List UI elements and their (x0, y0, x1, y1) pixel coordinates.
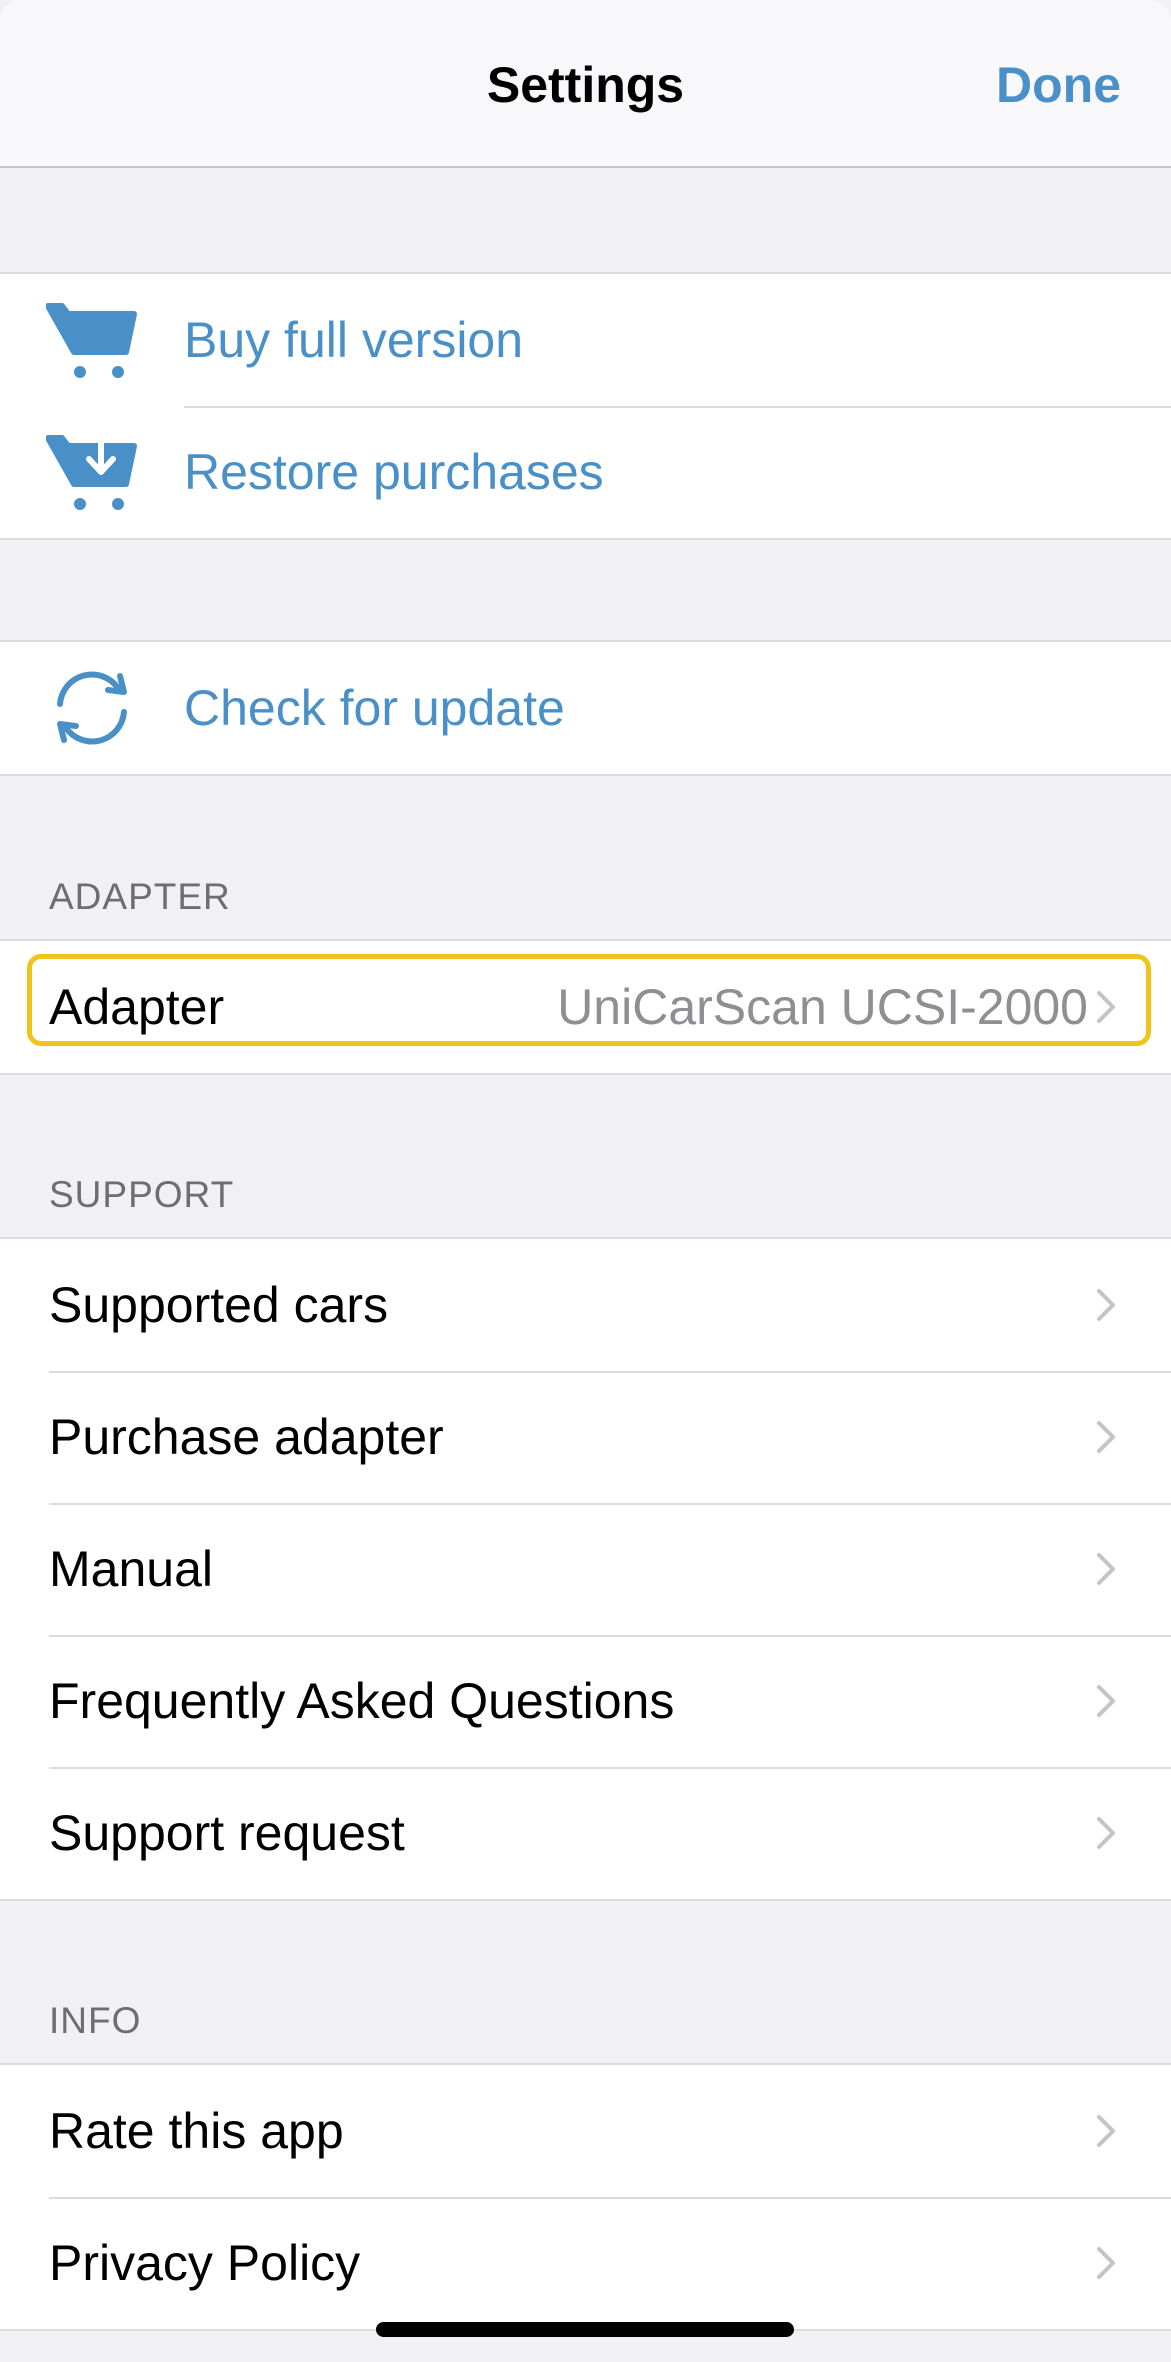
support-section-header: SUPPORT (49, 1174, 235, 1215)
manual-row[interactable]: Manual (0, 1503, 1171, 1635)
adapter-group: Adapter UniCarScan UCSI-2000 (0, 939, 1171, 1075)
purchase-group: Buy full version Restore purchases (0, 272, 1171, 540)
chevron-right-icon (1091, 1681, 1121, 1721)
buy-full-version-row[interactable]: Buy full version (0, 274, 1171, 406)
adapter-row[interactable]: Adapter UniCarScan UCSI-2000 (0, 941, 1171, 1073)
navigation-bar: Settings Done (0, 0, 1171, 168)
chevron-right-icon (1091, 1813, 1121, 1853)
manual-label: Manual (49, 1541, 213, 1597)
supported-cars-row[interactable]: Supported cars (0, 1239, 1171, 1371)
chevron-right-icon (1091, 2111, 1121, 2151)
adapter-section-header: ADAPTER (49, 876, 231, 917)
chevron-right-icon (1091, 1285, 1121, 1325)
privacy-policy-row[interactable]: Privacy Policy (0, 2197, 1171, 2329)
chevron-right-icon (1091, 2243, 1121, 2283)
home-indicator[interactable] (376, 2322, 794, 2337)
chevron-right-icon (1091, 1417, 1121, 1457)
support-request-label: Support request (49, 1805, 405, 1861)
privacy-policy-label: Privacy Policy (49, 2235, 361, 2291)
check-for-update-row[interactable]: Check for update (0, 642, 1171, 774)
settings-sheet: Settings Done Buy full version Restore p… (0, 0, 1171, 2362)
done-button[interactable]: Done (996, 56, 1121, 114)
support-group: Supported cars Purchase adapter Manual F… (0, 1237, 1171, 1901)
rate-this-app-row[interactable]: Rate this app (0, 2065, 1171, 2197)
chevron-right-icon (1091, 1549, 1121, 1589)
purchase-adapter-label: Purchase adapter (49, 1409, 444, 1465)
supported-cars-label: Supported cars (49, 1277, 389, 1333)
refresh-icon (46, 668, 138, 748)
info-group: Rate this app Privacy Policy (0, 2063, 1171, 2331)
update-group: Check for update (0, 640, 1171, 776)
check-for-update-label: Check for update (184, 680, 565, 736)
faq-label: Frequently Asked Questions (49, 1673, 675, 1729)
buy-full-version-label: Buy full version (184, 312, 524, 368)
support-request-row[interactable]: Support request (0, 1767, 1171, 1899)
restore-purchases-label: Restore purchases (184, 444, 604, 500)
faq-row[interactable]: Frequently Asked Questions (0, 1635, 1171, 1767)
adapter-label: Adapter (49, 979, 225, 1035)
rate-this-app-label: Rate this app (49, 2103, 344, 2159)
purchase-adapter-row[interactable]: Purchase adapter (0, 1371, 1171, 1503)
info-section-header: INFO (49, 2000, 142, 2041)
chevron-right-icon (1091, 987, 1121, 1027)
adapter-value: UniCarScan UCSI-2000 (557, 979, 1088, 1035)
cart-download-icon (46, 432, 138, 512)
restore-purchases-row[interactable]: Restore purchases (0, 406, 1171, 538)
cart-icon (46, 300, 138, 380)
